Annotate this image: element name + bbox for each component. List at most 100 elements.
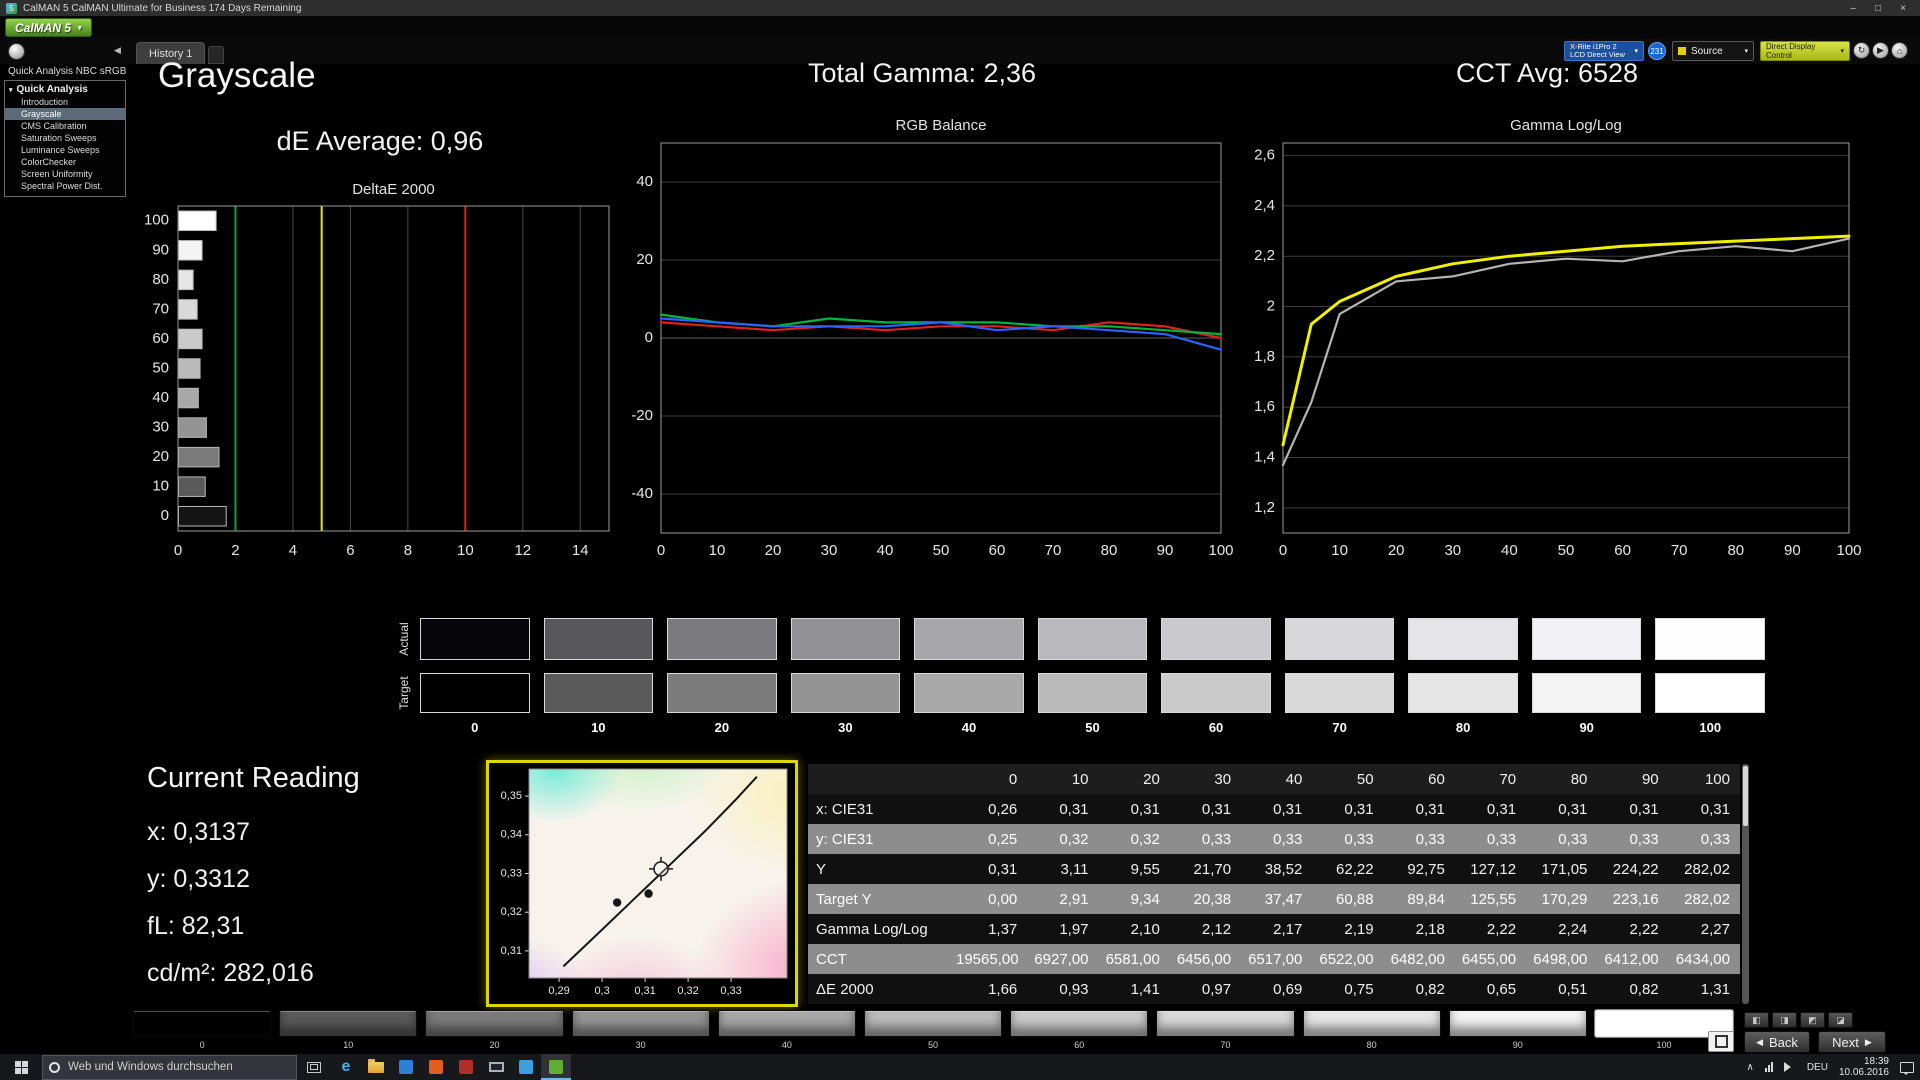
- sidebar-item-screen-uniformity[interactable]: Screen Uniformity: [5, 168, 125, 180]
- taskbar-clock[interactable]: 18:39 10.06.2016: [1839, 1056, 1889, 1078]
- level-button-90[interactable]: [1449, 1010, 1587, 1037]
- table-scrollbar[interactable]: [1742, 764, 1749, 1004]
- collapse-panel-icon[interactable]: ◀: [114, 45, 121, 56]
- sidebar-item-saturation-sweeps[interactable]: Saturation Sweeps: [5, 132, 125, 144]
- level-button-30[interactable]: [572, 1010, 710, 1037]
- sidebar-item-cms-calibration[interactable]: CMS Calibration: [5, 120, 125, 132]
- refresh-button[interactable]: ↻: [1853, 42, 1870, 59]
- app-menu-button[interactable]: [8, 43, 25, 60]
- table-header-row: 0102030405060708090100: [808, 764, 1740, 794]
- level-button-label: 30: [572, 1040, 710, 1050]
- level-button-70[interactable]: [1156, 1010, 1294, 1037]
- maximize-button[interactable]: □: [1867, 3, 1889, 14]
- source-color-chip: [1678, 47, 1686, 55]
- svg-text:50: 50: [152, 359, 169, 376]
- system-tray: ∧ DEU 18:39 10.06.2016: [1746, 1056, 1920, 1078]
- level-button-40[interactable]: [718, 1010, 856, 1037]
- table-row: y: CIE310,250,320,320,330,330,330,330,33…: [808, 824, 1740, 854]
- tray-expand-icon[interactable]: ∧: [1746, 1062, 1753, 1073]
- svg-text:50: 50: [933, 542, 950, 559]
- svg-text:0: 0: [645, 329, 653, 346]
- tree-items: IntroductionGrayscaleCMS CalibrationSatu…: [5, 96, 125, 192]
- svg-text:30: 30: [821, 542, 838, 559]
- svg-text:2: 2: [1267, 298, 1275, 315]
- view-button-1[interactable]: ◧: [1744, 1012, 1769, 1028]
- window-controls: – □ ×: [1842, 3, 1914, 14]
- minimize-button[interactable]: –: [1842, 3, 1864, 14]
- sidebar-item-grayscale[interactable]: Grayscale: [5, 108, 125, 120]
- workflow-title: Quick Analysis NBC sRGB: [8, 66, 126, 77]
- network-icon[interactable]: [1765, 1062, 1773, 1072]
- gamma-chart-title: Gamma Log/Log: [1283, 117, 1849, 134]
- source-label: Source: [1691, 46, 1723, 57]
- chevron-down-icon: ▾: [9, 86, 13, 94]
- taskbar-app-3[interactable]: [391, 1054, 421, 1080]
- svg-text:60: 60: [989, 542, 1006, 559]
- level-button-80[interactable]: [1303, 1010, 1441, 1037]
- home-button[interactable]: ⌂: [1891, 42, 1908, 59]
- level-button-10[interactable]: [279, 1010, 417, 1037]
- start-button[interactable]: [0, 1054, 42, 1080]
- calman-logo-text: CalMAN 5: [15, 21, 71, 35]
- svg-text:60: 60: [152, 330, 169, 347]
- target-swatch-20: [667, 673, 777, 713]
- chevron-down-icon: ▾: [1840, 47, 1844, 55]
- current-reading-title: Current Reading: [147, 762, 360, 795]
- level-button-label: 80: [1303, 1040, 1441, 1050]
- actual-swatch-10: [544, 618, 654, 660]
- taskbar-app-calman[interactable]: [541, 1054, 571, 1080]
- calman-logo-button[interactable]: CalMAN 5 ▾: [5, 18, 92, 37]
- taskbar-app-5[interactable]: [451, 1054, 481, 1080]
- action-center-icon[interactable]: [1900, 1062, 1914, 1073]
- play-button[interactable]: ▶: [1872, 42, 1889, 59]
- level-button-label: 20: [425, 1040, 563, 1050]
- taskbar-app-7[interactable]: [511, 1054, 541, 1080]
- actual-swatch-40: [914, 618, 1024, 660]
- svg-text:1,4: 1,4: [1254, 448, 1275, 465]
- sidebar-item-colorchecker[interactable]: ColorChecker: [5, 156, 125, 168]
- actual-swatch-80: [1408, 618, 1518, 660]
- close-button[interactable]: ×: [1892, 3, 1914, 14]
- level-button-20[interactable]: [425, 1010, 563, 1037]
- taskbar-app-file-explorer[interactable]: [361, 1054, 391, 1080]
- taskbar-app-6[interactable]: [481, 1054, 511, 1080]
- swatch-level-label: 50: [1038, 720, 1148, 736]
- level-button-label: 10: [279, 1040, 417, 1050]
- level-button-60[interactable]: [1010, 1010, 1148, 1037]
- language-indicator[interactable]: DEU: [1807, 1062, 1828, 1073]
- sidebar-item-introduction[interactable]: Introduction: [5, 96, 125, 108]
- table-row: ΔE 20001,660,931,410,970,690,750,820,650…: [808, 974, 1740, 1004]
- svg-text:10: 10: [152, 478, 169, 495]
- tree-root-quick-analysis[interactable]: ▾ Quick Analysis: [5, 83, 125, 96]
- view-button-2[interactable]: ◨: [1772, 1012, 1797, 1028]
- view-button-4[interactable]: ◪: [1828, 1012, 1853, 1028]
- sidebar-item-spectral-power-dist-[interactable]: Spectral Power Dist.: [5, 180, 125, 192]
- calman-taskbar-icon: [549, 1060, 563, 1074]
- task-view-button[interactable]: [297, 1054, 331, 1080]
- next-button[interactable]: Next ▶: [1818, 1031, 1886, 1053]
- taskbar-search[interactable]: [42, 1055, 297, 1080]
- column-header: 0: [956, 764, 1027, 794]
- stop-button[interactable]: [1708, 1031, 1734, 1052]
- svg-text:0: 0: [161, 507, 169, 524]
- deltae-2000-chart: 024681012141009080706050403020100: [128, 202, 617, 575]
- back-button[interactable]: ◀ Back: [1744, 1031, 1810, 1053]
- target-swatch-0: [420, 673, 530, 713]
- logo-row: CalMAN 5 ▾: [0, 16, 1920, 38]
- volume-icon[interactable]: [1784, 1062, 1796, 1072]
- view-button-3[interactable]: ◩: [1800, 1012, 1825, 1028]
- level-button-0[interactable]: [133, 1010, 271, 1037]
- svg-text:-40: -40: [631, 485, 653, 502]
- target-swatch-70: [1285, 673, 1395, 713]
- orange-app-icon: [429, 1060, 443, 1074]
- taskbar-app-edge[interactable]: e: [331, 1054, 361, 1080]
- svg-text:30: 30: [1444, 542, 1461, 559]
- sidebar-item-luminance-sweeps[interactable]: Luminance Sweeps: [5, 144, 125, 156]
- search-input[interactable]: [66, 1060, 290, 1074]
- svg-text:70: 70: [1045, 542, 1062, 559]
- lightblue-app-icon: [519, 1060, 533, 1074]
- actual-swatch-100: [1655, 618, 1765, 660]
- taskbar-app-4[interactable]: [421, 1054, 451, 1080]
- level-button-50[interactable]: [864, 1010, 1002, 1037]
- app-icon: 5: [6, 3, 17, 14]
